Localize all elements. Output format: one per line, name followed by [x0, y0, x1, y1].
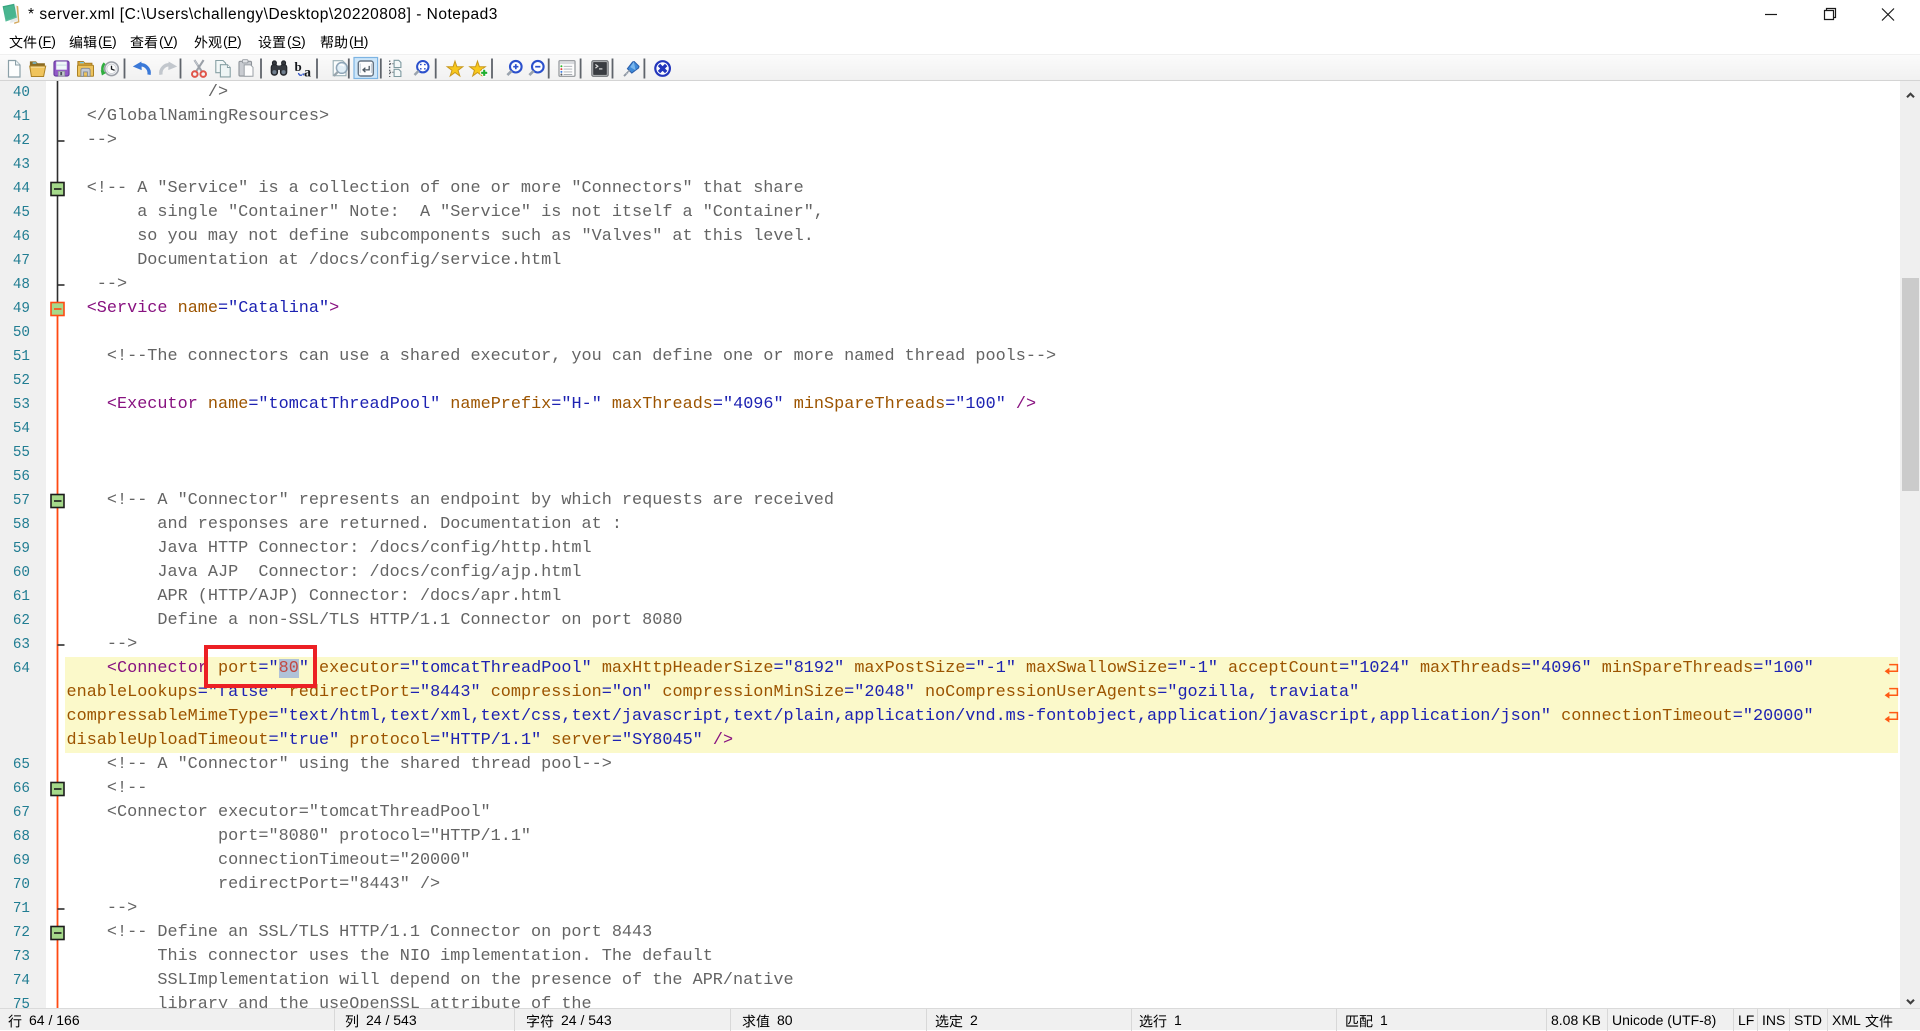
svg-text:a: a	[304, 66, 311, 81]
svg-text:b: b	[295, 59, 302, 74]
